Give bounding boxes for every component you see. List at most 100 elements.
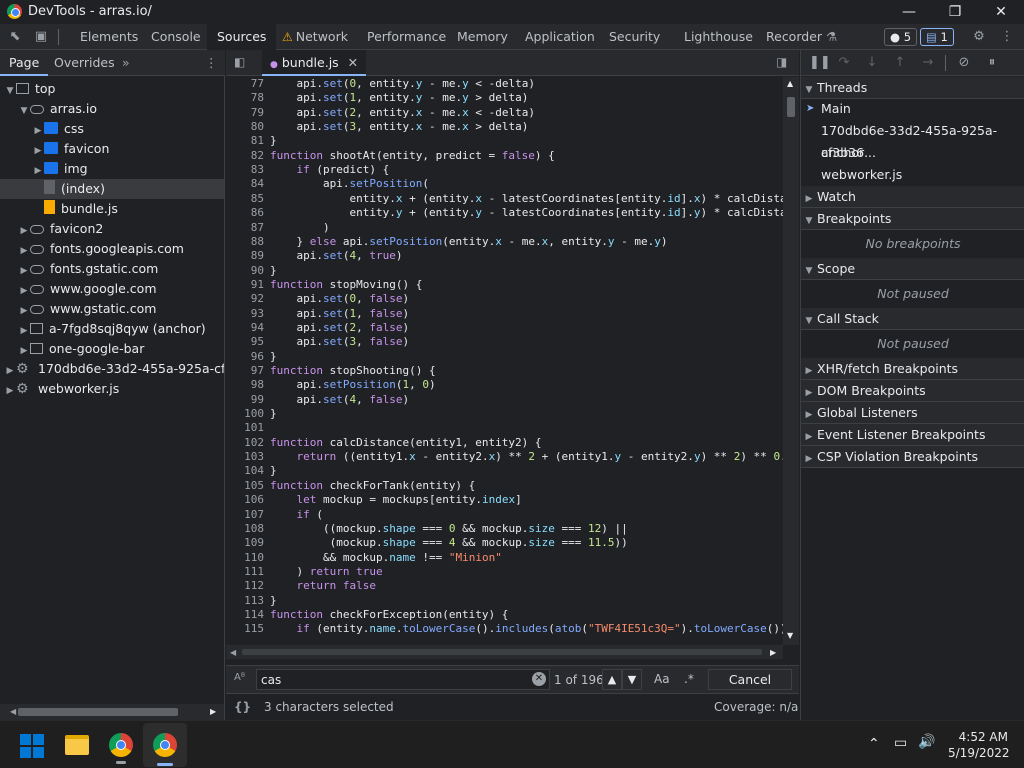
- code-line[interactable]: ): [270, 221, 330, 234]
- tab-security[interactable]: Security: [599, 24, 670, 50]
- collapsed-arrow-icon[interactable]: ▶: [18, 341, 30, 359]
- line-number[interactable]: 103: [226, 450, 264, 463]
- collapsed-arrow-icon[interactable]: ▶: [18, 241, 30, 259]
- pretty-print-button[interactable]: {}: [234, 700, 251, 714]
- code-line[interactable]: api.set(1, false): [270, 307, 409, 320]
- thread-item[interactable]: 170dbd6e-33d2-455a-925a-cf3b36...: [801, 120, 1024, 160]
- tab-page[interactable]: Page: [0, 50, 49, 76]
- tab-console[interactable]: Console: [141, 24, 211, 50]
- collapsed-arrow-icon[interactable]: ▶: [32, 161, 44, 179]
- code-line[interactable]: if (predict) {: [270, 163, 390, 176]
- code-line[interactable]: api.set(0, entity.y - me.y < -delta): [270, 77, 534, 90]
- threads-section-header[interactable]: ▼ Threads: [801, 77, 1024, 99]
- code-line[interactable]: api.setPosition(: [270, 177, 429, 190]
- messages-badge[interactable]: ▤ 1: [920, 28, 954, 46]
- code-line[interactable]: api.set(1, entity.y - me.y > delta): [270, 91, 528, 104]
- expanded-arrow-icon[interactable]: ▼: [4, 81, 16, 99]
- line-number[interactable]: 108: [226, 522, 264, 535]
- line-number[interactable]: 112: [226, 579, 264, 592]
- step-out-icon[interactable]: ↑: [891, 54, 909, 72]
- line-number[interactable]: 85: [226, 192, 264, 205]
- tree-item[interactable]: ▼ arras.io: [0, 99, 224, 119]
- code-line[interactable]: }: [270, 264, 277, 277]
- code-line[interactable]: api.set(3, entity.x - me.x > delta): [270, 120, 528, 133]
- h-scroll-left-icon[interactable]: ◀: [230, 648, 236, 657]
- collapsed-arrow-icon[interactable]: ▶: [4, 361, 16, 379]
- code-line[interactable]: }: [270, 594, 277, 607]
- code-line[interactable]: && mockup.name !== "Minion": [270, 551, 502, 564]
- step-icon[interactable]: →: [919, 54, 937, 72]
- clock-time[interactable]: 4:52 AM: [958, 730, 1008, 744]
- tree-item[interactable]: ▶ favicon2: [0, 219, 224, 239]
- toggle-debugger-icon[interactable]: ◨: [776, 55, 792, 71]
- tab-elements[interactable]: Elements: [70, 24, 148, 50]
- h-scroll-right-icon[interactable]: ▶: [770, 648, 776, 657]
- step-over-icon[interactable]: ↷: [835, 54, 853, 72]
- code-line[interactable]: ((mockup.shape === 0 && mockup.size === …: [270, 522, 628, 535]
- line-number[interactable]: 87: [226, 221, 264, 234]
- code-line[interactable]: return ((entity1.x - entity2.x) ** 2 + (…: [270, 450, 784, 463]
- code-line[interactable]: if (: [270, 508, 324, 521]
- event-listener-breakpoints-header[interactable]: ▶ Event Listener Breakpoints: [801, 424, 1024, 446]
- search-input[interactable]: cas ✕: [256, 669, 550, 690]
- line-number[interactable]: 92: [226, 292, 264, 305]
- line-number[interactable]: 107: [226, 508, 264, 521]
- watch-section-header[interactable]: ▶ Watch: [801, 186, 1024, 208]
- cancel-search-button[interactable]: Cancel: [708, 669, 792, 690]
- replace-toggle-icon[interactable]: Aᴮ: [234, 672, 245, 683]
- collapsed-arrow-icon[interactable]: ▶: [18, 281, 30, 299]
- scope-section-header[interactable]: ▼ Scope: [801, 258, 1024, 280]
- line-number[interactable]: 113: [226, 594, 264, 607]
- code-line[interactable]: api.set(4, false): [270, 393, 409, 406]
- tree-item[interactable]: ▶ www.gstatic.com: [0, 299, 224, 319]
- tree-item[interactable]: ▶⚙ 170dbd6e-33d2-455a-925a-cf3b36: [0, 359, 224, 379]
- expanded-arrow-icon[interactable]: ▼: [18, 101, 30, 119]
- regex-button[interactable]: .*: [684, 672, 694, 686]
- code-line[interactable]: }: [270, 350, 277, 363]
- collapsed-arrow-icon[interactable]: ▶: [32, 121, 44, 139]
- close-window-button[interactable]: ✕: [978, 0, 1024, 24]
- file-explorer-icon[interactable]: [65, 735, 89, 755]
- vertical-scrollbar[interactable]: ▲ ▼: [783, 77, 799, 645]
- more-tabs-icon[interactable]: »: [113, 50, 139, 76]
- clock-date[interactable]: 5/19/2022: [948, 746, 1010, 760]
- line-number[interactable]: 101: [226, 421, 264, 434]
- csp-violation-breakpoints-header[interactable]: ▶ CSP Violation Breakpoints: [801, 446, 1024, 468]
- collapsed-arrow-icon[interactable]: ▶: [32, 141, 44, 159]
- tree-item[interactable]: ▶ ⚙ webworker.js: [0, 379, 224, 399]
- minimize-button[interactable]: —: [886, 0, 932, 24]
- line-number[interactable]: 99: [226, 393, 264, 406]
- line-number[interactable]: 106: [226, 493, 264, 506]
- line-number[interactable]: 80: [226, 120, 264, 133]
- scroll-right-icon[interactable]: ▶: [210, 708, 218, 716]
- editor-scrollbar-thumb[interactable]: [787, 97, 795, 117]
- line-number[interactable]: 94: [226, 321, 264, 334]
- tree-item[interactable]: ▶ fonts.gstatic.com: [0, 259, 224, 279]
- code-line[interactable]: function checkForException(entity) {: [270, 608, 508, 621]
- scrollbar-thumb[interactable]: [18, 708, 178, 716]
- previous-match-button[interactable]: ▲: [602, 669, 622, 690]
- collapsed-arrow-icon[interactable]: ▶: [18, 301, 30, 319]
- network-icon[interactable]: ▭: [894, 735, 907, 751]
- code-line[interactable]: return false: [270, 579, 377, 592]
- line-number[interactable]: 82: [226, 149, 264, 162]
- line-number[interactable]: 79: [226, 106, 264, 119]
- scroll-down-icon[interactable]: ▼: [787, 631, 793, 640]
- line-number[interactable]: 88: [226, 235, 264, 248]
- close-tab-icon[interactable]: ✕: [348, 55, 358, 70]
- line-number[interactable]: 114: [226, 608, 264, 621]
- settings-gear-icon[interactable]: ⚙: [970, 28, 988, 46]
- pause-on-exceptions-icon[interactable]: ⏸: [983, 54, 1001, 72]
- thread-item-main[interactable]: ➤ Main: [801, 98, 1024, 120]
- code-line[interactable]: function stopMoving() {: [270, 278, 422, 291]
- line-number[interactable]: 100: [226, 407, 264, 420]
- breakpoints-section-header[interactable]: ▼ Breakpoints: [801, 208, 1024, 230]
- tab-performance[interactable]: Performance: [357, 24, 456, 50]
- line-number[interactable]: 110: [226, 551, 264, 564]
- line-number[interactable]: 78: [226, 91, 264, 104]
- line-number[interactable]: 84: [226, 177, 264, 190]
- code-line[interactable]: if (entity.name.toLowerCase().includes(a…: [270, 622, 784, 635]
- tree-item[interactable]: ▶ img: [0, 159, 224, 179]
- thread-item[interactable]: anchor: [801, 142, 1024, 164]
- code-line[interactable]: api.set(4, true): [270, 249, 402, 262]
